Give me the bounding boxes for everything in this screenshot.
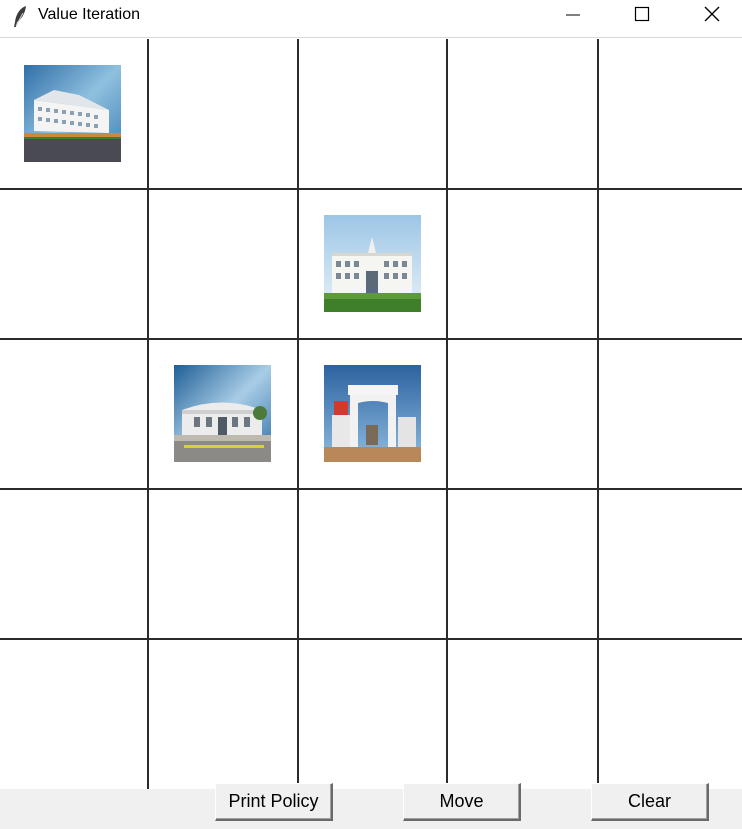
grid-line <box>297 39 299 789</box>
minimize-button[interactable] <box>550 0 596 32</box>
clear-button[interactable]: Clear <box>591 783 709 821</box>
grid-line <box>0 338 742 340</box>
print-policy-button[interactable]: Print Policy <box>215 783 333 821</box>
feather-icon <box>10 5 32 29</box>
grid-line <box>446 39 448 789</box>
gate-photo <box>324 365 421 462</box>
close-button[interactable] <box>689 0 735 32</box>
window-title: Value Iteration <box>38 6 140 23</box>
grid-line <box>597 39 599 789</box>
maximize-icon <box>634 6 650 22</box>
minimize-icon <box>566 14 580 16</box>
close-icon <box>704 6 720 22</box>
grid-line <box>0 488 742 490</box>
grid-canvas[interactable] <box>0 39 742 789</box>
move-button[interactable]: Move <box>403 783 521 821</box>
grid-line <box>0 638 742 640</box>
grid-line <box>0 188 742 190</box>
building-photo <box>24 65 121 162</box>
maximize-button[interactable] <box>619 0 665 32</box>
title-bar: Value Iteration <box>0 0 742 38</box>
grid-line <box>147 39 149 789</box>
building-photo <box>174 365 271 462</box>
button-bar: Print Policy Move Clear <box>0 783 742 829</box>
building-photo <box>324 215 421 312</box>
